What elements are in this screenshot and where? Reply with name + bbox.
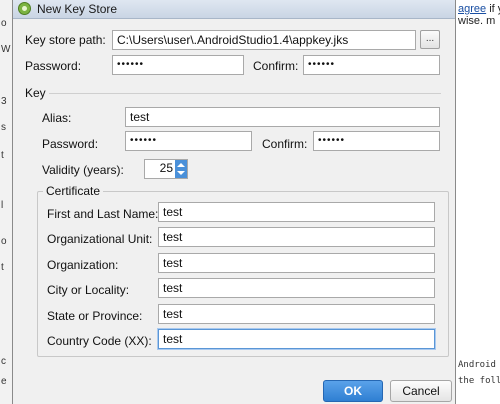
keystore-password-input[interactable]: ••••••: [112, 55, 244, 75]
background-text: 3: [1, 96, 7, 107]
android-studio-icon: [18, 2, 31, 15]
validity-value: 25: [159, 161, 173, 175]
alias-input[interactable]: test: [125, 107, 440, 127]
country-code-input[interactable]: test: [158, 329, 435, 349]
validity-label: Validity (years):: [42, 163, 124, 177]
keystore-confirm-input[interactable]: ••••••: [303, 55, 440, 75]
dialog-titlebar[interactable]: New Key Store: [13, 0, 455, 19]
organization-input[interactable]: test: [158, 253, 435, 273]
key-section-divider: [49, 93, 441, 94]
organizational-unit-label: Organizational Unit:: [47, 232, 153, 246]
spinner-down-icon[interactable]: [177, 171, 185, 175]
dialog-title: New Key Store: [37, 2, 118, 16]
background-text: t: [1, 150, 4, 161]
background-text: l: [1, 200, 4, 211]
key-confirm-label: Confirm:: [262, 137, 308, 151]
background-note-rest: if y: [489, 3, 500, 15]
keystore-password-label: Password:: [25, 59, 82, 73]
spinner-arrows[interactable]: [175, 160, 187, 178]
background-text: e: [1, 376, 7, 387]
background-note: wise. m: [458, 15, 496, 27]
organization-label: Organization:: [47, 258, 119, 272]
certificate-group-title: Certificate: [43, 184, 104, 198]
keystore-confirm-label: Confirm:: [253, 59, 299, 73]
key-store-path-label: Key store path:: [25, 33, 106, 47]
state-province-input[interactable]: test: [158, 304, 435, 324]
state-province-label: State or Province:: [47, 309, 143, 323]
background-code-line: the follo: [458, 376, 500, 386]
browse-button[interactable]: ...: [420, 30, 440, 49]
organizational-unit-input[interactable]: test: [158, 227, 435, 247]
background-editor-right: agree if y wise. m Android S the follo: [456, 0, 500, 404]
new-key-store-dialog: New Key Store Key store path: C:\Users\u…: [12, 0, 456, 404]
country-code-label: Country Code (XX):: [47, 334, 152, 348]
key-confirm-input[interactable]: ••••••: [313, 131, 440, 151]
key-store-path-input[interactable]: C:\Users\user\.AndroidStudio1.4\appkey.j…: [112, 30, 416, 50]
background-text: W: [1, 44, 11, 55]
key-section-title: Key: [25, 86, 46, 100]
background-text: s: [1, 122, 6, 133]
alias-label: Alias:: [42, 111, 72, 125]
cancel-button[interactable]: Cancel: [390, 380, 452, 402]
spinner-up-icon[interactable]: [177, 163, 185, 167]
ok-button[interactable]: OK: [323, 380, 383, 402]
agree-link[interactable]: agree: [458, 3, 486, 15]
first-last-name-label: First and Last Name:: [47, 207, 159, 221]
background-code-line: Android S: [458, 360, 500, 370]
background-note: agree if y: [458, 3, 500, 15]
key-password-label: Password:: [42, 137, 99, 151]
first-last-name-input[interactable]: test: [158, 202, 435, 222]
city-locality-label: City or Locality:: [47, 283, 130, 297]
key-password-input[interactable]: ••••••: [125, 131, 252, 151]
background-text: o: [1, 236, 7, 247]
validity-spinner[interactable]: 25: [144, 159, 188, 179]
background-text: c: [1, 356, 6, 367]
city-locality-input[interactable]: test: [158, 278, 435, 298]
background-text: o: [1, 18, 7, 29]
background-text: t: [1, 262, 4, 273]
